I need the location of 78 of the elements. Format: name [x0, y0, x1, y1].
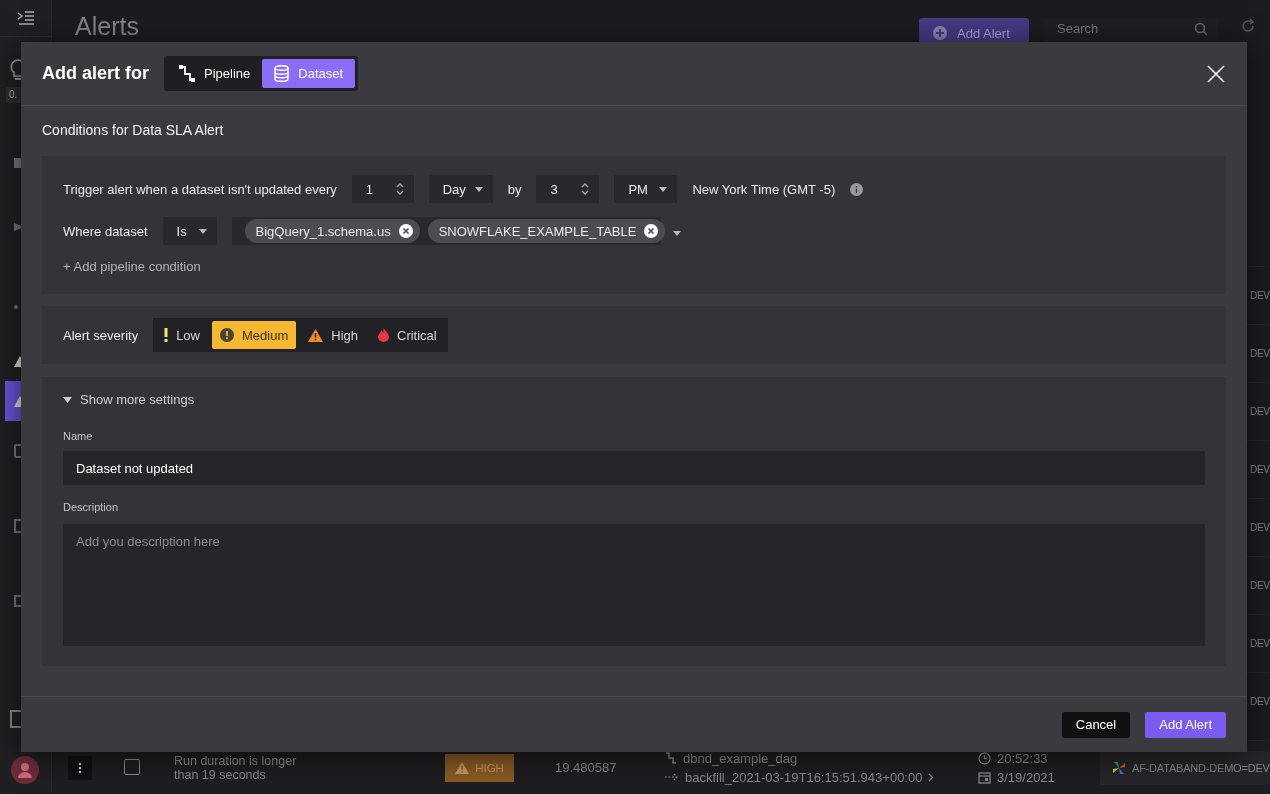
search-icon: [1194, 22, 1208, 36]
clock-icon: [978, 751, 991, 765]
chevron-right-icon: [928, 772, 935, 782]
menu-toggle-icon[interactable]: [16, 11, 35, 25]
by-label: by: [507, 181, 522, 197]
alert-description: Run duration is longer than 19 seconds: [174, 753, 298, 782]
run-link[interactable]: backfill_2021-03-19T16:15:51.943+00:00: [685, 769, 923, 785]
page-title: Alerts: [75, 12, 139, 40]
severity-option[interactable]: Medium: [212, 321, 297, 349]
environment-cell-text: DEV: [1249, 696, 1270, 707]
severity-option[interactable]: Low: [156, 321, 208, 349]
exclamation-icon: [164, 328, 169, 342]
triangle-icon: [63, 397, 72, 403]
user-avatar[interactable]: [11, 756, 39, 784]
name-field[interactable]: Dataset not updated: [63, 451, 1205, 485]
settings-toggle[interactable]: Show more settings: [63, 391, 195, 409]
time-text: 20:52:33: [997, 750, 1048, 766]
field-label: Name: [63, 430, 94, 442]
environment-cell-text: DEV: [1249, 580, 1270, 591]
field-label: Description: [63, 501, 120, 513]
arrow-right-icon: [665, 773, 679, 781]
environment-cell-text: DEV: [1249, 522, 1270, 533]
environment-cell-text: DEV: [1249, 638, 1270, 649]
number-field[interactable]: 3: [536, 175, 600, 203]
stepper-arrows-icon[interactable]: [581, 182, 590, 196]
plus-icon: [933, 26, 947, 40]
info-icon[interactable]: [850, 182, 864, 196]
number-field[interactable]: 1: [351, 175, 414, 203]
kebab-icon: [78, 761, 82, 774]
cancel-button[interactable]: Cancel: [1061, 711, 1131, 738]
alert-circle-icon: [220, 328, 234, 342]
row-checkbox[interactable]: [124, 758, 140, 775]
stepper-arrows-icon[interactable]: [395, 182, 404, 196]
environment-cell-text: DEV: [1249, 406, 1270, 417]
sidebar-icon: [14, 223, 24, 231]
pipeline-icon: [179, 65, 195, 82]
environment-cell-text: DEV: [1249, 290, 1270, 301]
sidebar-icon: [14, 519, 24, 533]
warning-icon: [455, 761, 470, 774]
remove-chip-icon[interactable]: [644, 224, 659, 238]
dataset-chip: SNOWFLAKE_EXAMPLE_TABLE: [427, 219, 666, 243]
dataset-chip: BigQuery_1.schema.us: [244, 219, 420, 243]
environment-cell-text: DEV: [1249, 464, 1270, 475]
environment-cell-text: DEV: [1249, 348, 1270, 359]
target-tab[interactable]: Dataset: [262, 59, 356, 88]
caret-icon: [673, 230, 682, 236]
dialog-title: Add alert for: [42, 63, 149, 84]
submit-button[interactable]: Add Alert: [1145, 711, 1226, 738]
severity-label: Alert severity: [63, 327, 139, 343]
severity-option[interactable]: High: [300, 321, 366, 349]
warning-icon: [308, 328, 324, 342]
operator-dropdown[interactable]: Is: [162, 217, 217, 245]
calendar-icon: [978, 770, 991, 784]
pipeline-icon: [665, 752, 677, 764]
environment-cell: AF-DATABAND-DEMO=DEV: [1132, 761, 1270, 774]
close-button[interactable]: [1206, 63, 1226, 84]
target-tab[interactable]: Pipeline: [167, 59, 263, 88]
where-label: Where dataset: [63, 223, 148, 239]
remove-chip-icon[interactable]: [398, 224, 413, 238]
pinwheel-icon: [1112, 760, 1126, 775]
unit-dropdown[interactable]: Day: [428, 175, 493, 203]
trigger-label: Trigger alert when a dataset isn't updated every: [63, 181, 337, 197]
timezone-label: New York Time (GMT -5): [692, 181, 836, 197]
caret-icon: [198, 228, 207, 234]
period-dropdown[interactable]: PM: [614, 175, 678, 203]
close-icon: [1206, 63, 1226, 84]
caret-icon: [659, 186, 668, 192]
severity-badge: HIGH: [445, 753, 514, 782]
description-field[interactable]: Add you description here: [63, 524, 1205, 646]
add-condition-link[interactable]: + Add pipeline condition: [63, 259, 201, 274]
flame-icon: [378, 328, 389, 342]
date-text: 3/19/2021: [997, 769, 1055, 785]
severity-option[interactable]: Critical: [370, 321, 445, 349]
section-title: Conditions for Data SLA Alert: [42, 121, 225, 139]
caret-icon: [474, 186, 483, 192]
sidebar-icon: [14, 305, 18, 309]
database-icon: [274, 65, 290, 82]
value-cell-text: 19.480587: [555, 760, 618, 775]
